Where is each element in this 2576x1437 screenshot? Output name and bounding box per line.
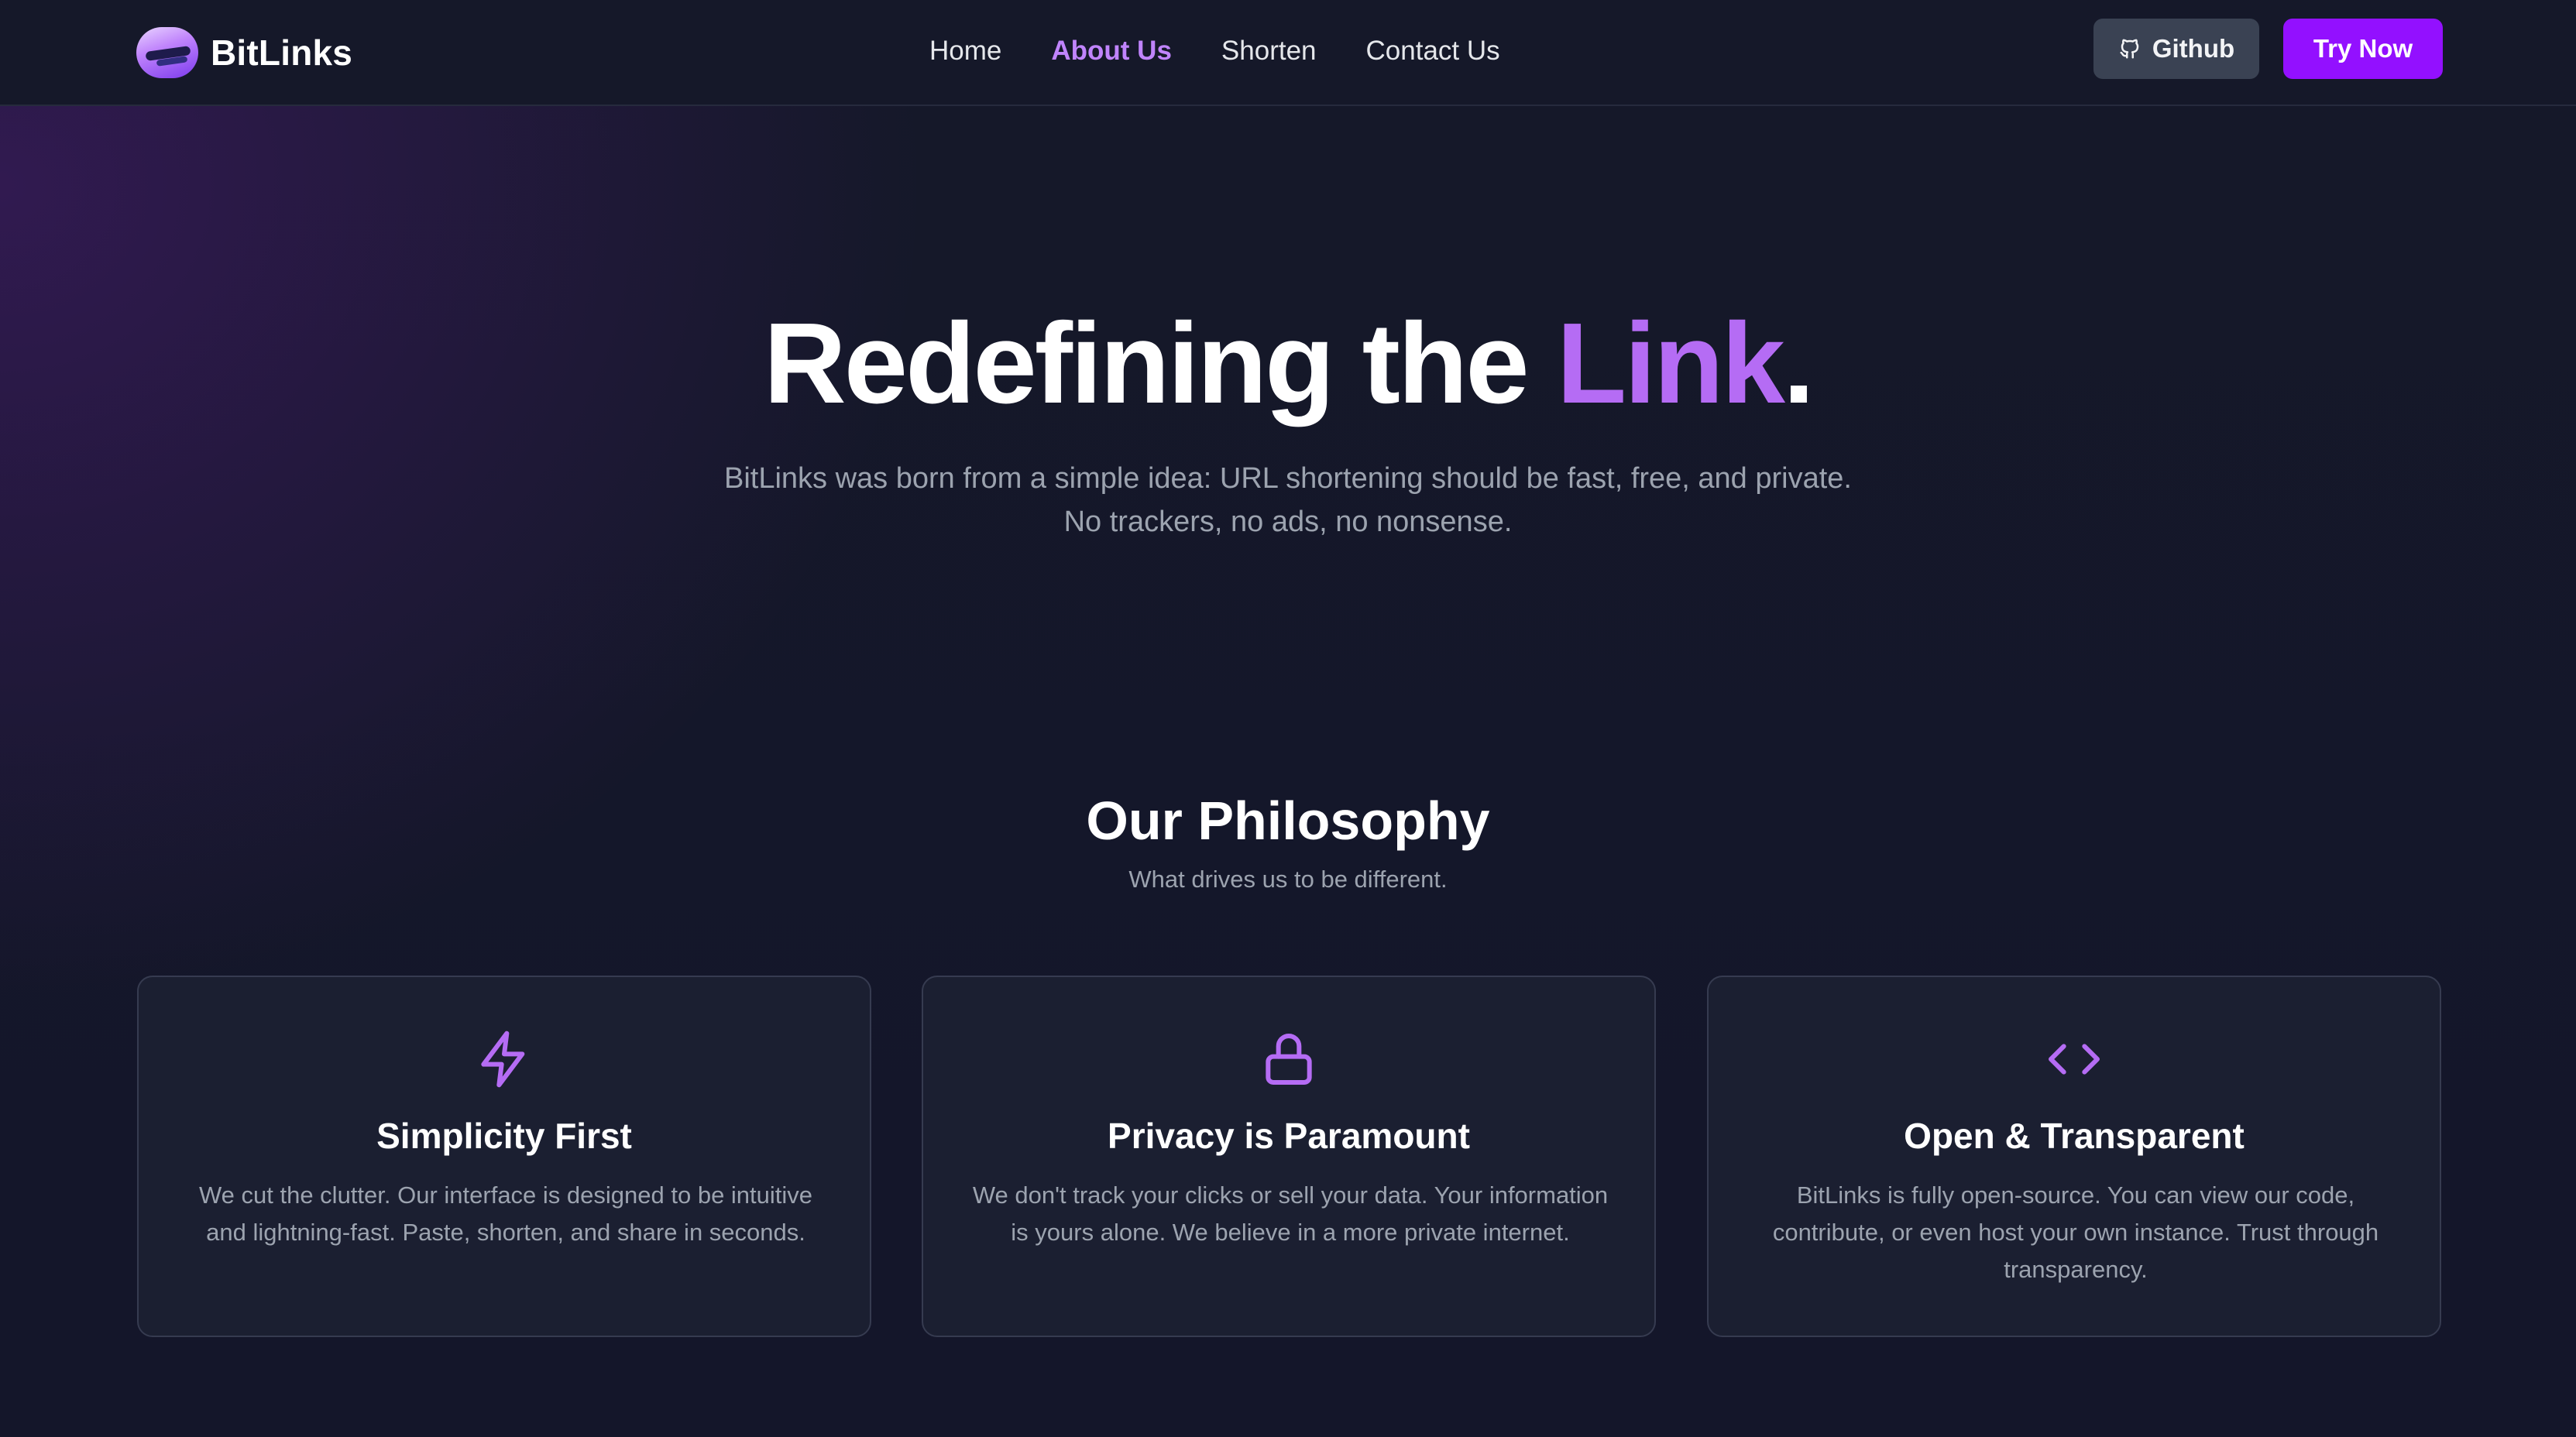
card-text: We cut the clutter. Our interface is des… bbox=[198, 1181, 813, 1246]
hero-title-end: . bbox=[1783, 300, 1815, 427]
github-button[interactable]: Github bbox=[2093, 19, 2259, 79]
nav-home[interactable]: Home bbox=[929, 36, 1001, 67]
hero-subtitle: BitLinks was born from a simple idea: UR… bbox=[0, 457, 2576, 544]
lightning-icon bbox=[139, 1028, 870, 1090]
brand[interactable]: BitLinks bbox=[136, 23, 352, 82]
card-simplicity-first: Simplicity First We cut the clutter. Our… bbox=[137, 976, 871, 1337]
nav-contact-us[interactable]: Contact Us bbox=[1366, 36, 1500, 67]
card-text: BitLinks is fully open-source. You can v… bbox=[1772, 1181, 2379, 1283]
card-privacy-is-paramount: Privacy is Paramount We don't track your… bbox=[922, 976, 1656, 1337]
try-now-button[interactable]: Try Now bbox=[2283, 19, 2443, 79]
card-open-transparent: Open & Transparent BitLinks is fully ope… bbox=[1707, 976, 2441, 1337]
hero-title-accent: Link bbox=[1556, 300, 1785, 427]
hero-subtitle-line-1: BitLinks was born from a simple idea: UR… bbox=[723, 462, 1852, 495]
github-button-label: Github bbox=[2152, 34, 2235, 63]
card-title: Privacy is Paramount bbox=[1108, 1116, 1470, 1156]
nav-shorten[interactable]: Shorten bbox=[1221, 36, 1317, 67]
card-title: Simplicity First bbox=[376, 1116, 632, 1156]
main-nav: Home About Us Shorten Contact Us bbox=[929, 29, 1500, 73]
nav-about-us[interactable]: About Us bbox=[1051, 36, 1172, 67]
code-icon bbox=[1709, 1028, 2440, 1090]
card-text: We don't track your clicks or sell your … bbox=[972, 1181, 1609, 1246]
github-icon bbox=[2120, 39, 2139, 59]
hero-title: Redefining the Link. bbox=[0, 294, 2576, 434]
philosophy-subtitle: What drives us to be different. bbox=[1128, 866, 1448, 893]
card-title: Open & Transparent bbox=[1904, 1116, 2245, 1156]
philosophy-title: Our Philosophy bbox=[1086, 791, 1490, 851]
lock-icon bbox=[923, 1028, 1654, 1090]
try-now-label: Try Now bbox=[2313, 34, 2413, 63]
hero-title-main: Redefining the bbox=[763, 300, 1557, 427]
brand-name: BitLinks bbox=[211, 33, 353, 73]
bitlinks-logo-icon bbox=[136, 27, 198, 78]
site-header: BitLinks Home About Us Shorten Contact U… bbox=[0, 0, 2576, 106]
hero-subtitle-line-2: No trackers, no ads, no nonsense. bbox=[1063, 506, 1513, 538]
